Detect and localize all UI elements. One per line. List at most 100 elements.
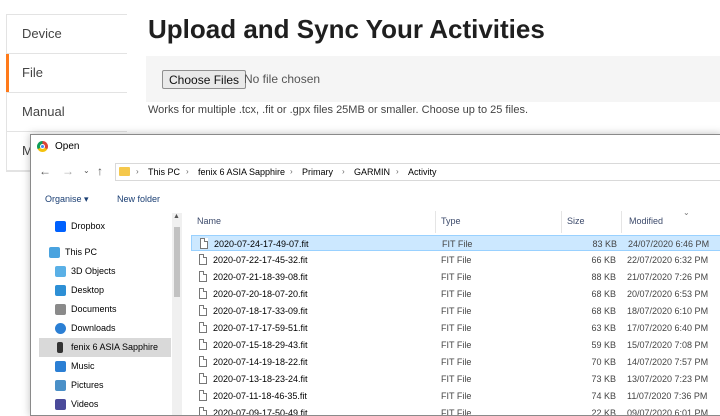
file-name: 2020-07-14-19-18-22.fit	[213, 357, 308, 367]
nav-videos[interactable]: Videos	[39, 395, 171, 414]
address-bar[interactable]: › This PC › fenix 6 ASIA Sapphire › Prim…	[115, 163, 720, 181]
column-name[interactable]: Name	[197, 216, 221, 226]
column-type[interactable]: Type	[441, 216, 461, 226]
file-row[interactable]: 2020-07-20-18-07-20.fit FIT File 68 KB 20/0…	[191, 286, 720, 302]
file-icon	[200, 238, 208, 249]
no-file-label: No file chosen	[244, 72, 321, 86]
column-size[interactable]: Size	[567, 216, 585, 226]
nav-label: fenix 6 ASIA Sapphire	[71, 342, 159, 352]
file-type: FIT File	[441, 255, 472, 265]
nav-fenix-device[interactable]: fenix 6 ASIA Sapphire	[39, 338, 171, 357]
file-name: 2020-07-18-17-33-09.fit	[213, 306, 308, 316]
nav-label: This PC	[65, 247, 98, 257]
file-modified: 20/07/2020 6:53 PM	[627, 289, 709, 299]
device-icon	[57, 342, 63, 353]
organise-button[interactable]: Organise ▾	[45, 194, 89, 205]
file-name: 2020-07-20-18-07-20.fit	[213, 289, 308, 299]
recent-chevron-icon[interactable]: ⌄	[83, 166, 90, 175]
new-folder-button[interactable]: New folder	[117, 194, 160, 204]
chevron-right-icon: ›	[290, 167, 293, 176]
file-row[interactable]: 2020-07-11-18-46-35.fit FIT File 74 KB 11/0…	[191, 388, 720, 404]
file-row[interactable]: 2020-07-21-18-39-08.fit FIT File 88 KB 21/0…	[191, 269, 720, 285]
file-type: FIT File	[441, 340, 472, 350]
nav-downloads[interactable]: Downloads	[39, 319, 171, 338]
back-arrow-icon[interactable]: ←	[39, 164, 51, 178]
file-icon	[199, 339, 207, 350]
file-type: FIT File	[441, 306, 472, 316]
file-row[interactable]: 2020-07-17-17-59-51.fit FIT File 63 KB 17/0…	[191, 320, 720, 336]
dropbox-icon	[55, 221, 66, 232]
forward-arrow-icon[interactable]: →	[62, 164, 74, 178]
file-size: 63 KB	[591, 323, 616, 333]
nav-3d-objects[interactable]: 3D Objects	[39, 262, 171, 281]
nav-label: Desktop	[71, 285, 105, 295]
file-type: FIT File	[441, 289, 472, 299]
dialog-titlebar[interactable]: Open	[31, 135, 720, 159]
file-modified: 21/07/2020 7:26 PM	[627, 272, 709, 282]
scroll-thumb[interactable]	[174, 227, 180, 297]
dialog-title: Open	[55, 141, 80, 152]
file-icon	[199, 390, 207, 401]
scroll-up-icon[interactable]: ▲	[173, 213, 180, 220]
file-type: FIT File	[441, 391, 472, 401]
file-modified: 14/07/2020 7:57 PM	[627, 357, 709, 367]
file-size: 68 KB	[591, 289, 616, 299]
nav-label: Videos	[71, 399, 99, 409]
file-row[interactable]: 2020-07-14-19-18-22.fit FIT File 70 KB 14/0…	[191, 354, 720, 370]
file-name: 2020-07-13-18-23-24.fit	[213, 374, 308, 384]
breadcrumb-activity[interactable]: Activity	[408, 167, 437, 177]
file-row[interactable]: 2020-07-13-18-23-24.fit FIT File 73 KB 13/0…	[191, 371, 720, 387]
nav-documents[interactable]: Documents	[39, 300, 171, 319]
nav-item-manual[interactable]: Manual	[7, 93, 127, 132]
file-type: FIT File	[441, 323, 472, 333]
breadcrumb-primary[interactable]: Primary	[302, 167, 333, 177]
file-name: 2020-07-21-18-39-08.fit	[213, 272, 308, 282]
file-modified: 18/07/2020 6:10 PM	[627, 306, 709, 316]
nav-music[interactable]: Music	[39, 357, 171, 376]
column-divider[interactable]	[561, 211, 562, 233]
pictures-icon	[55, 380, 66, 391]
upload-hint: Works for multiple .tcx, .fit or .gpx fi…	[148, 104, 529, 116]
file-modified: 22/07/2020 6:32 PM	[627, 255, 709, 265]
sort-chevron-icon: ⌄	[683, 211, 690, 217]
file-row[interactable]: 2020-07-24-17-49-07.fit FIT File 83 KB 24/0…	[191, 235, 720, 251]
music-icon	[55, 361, 66, 372]
nav-item-device[interactable]: Device	[7, 15, 127, 54]
nav-desktop[interactable]: Desktop	[39, 281, 171, 300]
file-type: FIT File	[441, 357, 472, 367]
choose-files-button[interactable]: Choose Files	[162, 70, 247, 89]
up-arrow-icon[interactable]: ↑	[97, 164, 103, 178]
nav-this-pc[interactable]: This PC	[39, 243, 171, 262]
breadcrumb-device[interactable]: fenix 6 ASIA Sapphire	[198, 167, 285, 177]
nav-label: Pictures	[71, 380, 104, 390]
column-divider[interactable]	[621, 211, 622, 233]
documents-icon	[55, 304, 66, 315]
file-size: 73 KB	[591, 374, 616, 384]
file-list-header: Name Type Size Modified ⌄	[191, 211, 720, 233]
breadcrumb-this-pc[interactable]: This PC	[148, 167, 180, 177]
nav-dropbox[interactable]: Dropbox	[39, 217, 171, 236]
file-size: 83 KB	[592, 239, 617, 249]
breadcrumb-garmin[interactable]: GARMIN	[354, 167, 390, 177]
file-type: FIT File	[441, 272, 472, 282]
file-name: 2020-07-24-17-49-07.fit	[214, 239, 309, 249]
nav-pictures[interactable]: Pictures	[39, 376, 171, 395]
file-size: 68 KB	[591, 306, 616, 316]
nav-label: Music	[71, 361, 95, 371]
file-row[interactable]: 2020-07-18-17-33-09.fit FIT File 68 KB 18/0…	[191, 303, 720, 319]
navigation-pane: Dropbox This PC 3D Objects Desktop Docum…	[39, 213, 183, 415]
file-icon	[199, 305, 207, 316]
file-name: 2020-07-22-17-45-32.fit	[213, 255, 308, 265]
nav-label: Downloads	[71, 323, 116, 333]
file-row[interactable]: 2020-07-15-18-29-43.fit FIT File 59 KB 15/0…	[191, 337, 720, 353]
file-size: 70 KB	[591, 357, 616, 367]
file-icon	[199, 356, 207, 367]
chevron-right-icon: ›	[136, 167, 139, 176]
nav-item-file[interactable]: File	[6, 54, 127, 93]
file-icon	[199, 373, 207, 384]
nav-pane-scrollbar[interactable]: ▲	[172, 213, 182, 415]
file-icon	[199, 254, 207, 265]
column-divider[interactable]	[435, 211, 436, 233]
file-row[interactable]: 2020-07-22-17-45-32.fit FIT File 66 KB 22/0…	[191, 252, 720, 268]
column-modified[interactable]: Modified	[629, 216, 663, 226]
